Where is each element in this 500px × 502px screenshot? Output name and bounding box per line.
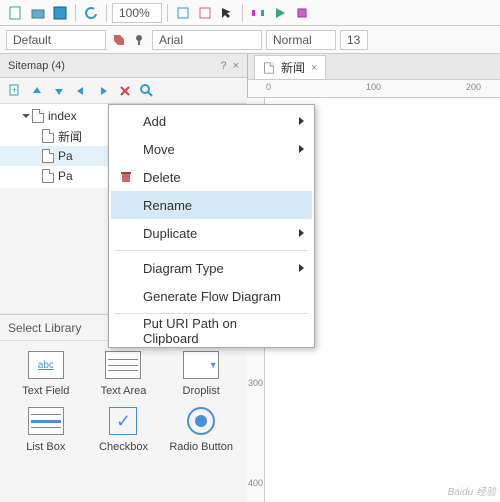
undo-icon[interactable] <box>81 3 101 23</box>
menu-label: Delete <box>143 170 181 185</box>
widget-label: Text Area <box>101 385 147 397</box>
indent-icon[interactable] <box>94 82 112 100</box>
menu-label: Generate Flow Diagram <box>143 289 281 304</box>
text-field-icon: abc <box>28 351 64 379</box>
delete-page-icon[interactable] <box>116 82 134 100</box>
cursor-icon[interactable] <box>217 3 237 23</box>
widget-label: Droplist <box>183 385 220 397</box>
style-pin-icon[interactable] <box>130 31 148 49</box>
menu-delete[interactable]: Delete <box>111 163 312 191</box>
page-icon <box>42 129 54 143</box>
help-icon[interactable]: ? <box>220 60 226 72</box>
widget-list-box[interactable]: List Box <box>10 407 82 453</box>
open-icon[interactable] <box>28 3 48 23</box>
sitemap-toolbar: + <box>0 78 247 104</box>
new-icon[interactable] <box>6 3 26 23</box>
close-panel-icon[interactable]: × <box>233 60 239 72</box>
menu-label: Move <box>143 142 175 157</box>
outdent-icon[interactable] <box>72 82 90 100</box>
menu-rename[interactable]: Rename <box>111 191 312 219</box>
canvas-tab[interactable]: 新闻 × <box>254 55 326 79</box>
widget-radio[interactable]: Radio Button <box>165 407 237 453</box>
page-icon <box>264 62 274 73</box>
menu-separator <box>115 250 308 251</box>
submenu-arrow-icon <box>299 117 304 125</box>
text-area-icon <box>105 351 141 379</box>
tab-label: 新闻 <box>281 59 305 76</box>
menu-duplicate[interactable]: Duplicate <box>111 219 312 247</box>
expand-icon[interactable] <box>22 114 30 118</box>
droplist-icon: ▾ <box>183 351 219 379</box>
page-icon <box>42 169 54 183</box>
style-tag-icon[interactable] <box>110 31 128 49</box>
context-menu: Add Move Delete Rename Duplicate Diagram… <box>108 104 315 348</box>
widget-text-field[interactable]: abc Text Field <box>10 351 82 397</box>
page-icon <box>42 149 54 163</box>
widget-label: Text Field <box>22 385 69 397</box>
radio-icon <box>187 407 215 435</box>
tool-icon-2[interactable] <box>195 3 215 23</box>
widget-droplist[interactable]: ▾ Droplist <box>165 351 237 397</box>
checkbox-icon: ✓ <box>109 407 137 435</box>
canvas-tab-bar: 新闻 × <box>248 54 500 80</box>
close-tab-icon[interactable]: × <box>311 62 317 74</box>
preset-select[interactable]: Default <box>6 30 106 50</box>
menu-add[interactable]: Add <box>111 107 312 135</box>
widget-label: List Box <box>26 441 65 453</box>
search-icon[interactable] <box>138 82 156 100</box>
menu-label: Duplicate <box>143 226 197 241</box>
size-select[interactable]: 13 <box>340 30 368 50</box>
distribute-icon[interactable] <box>248 3 268 23</box>
menu-label: Diagram Type <box>143 261 224 276</box>
menu-move[interactable]: Move <box>111 135 312 163</box>
page-icon <box>32 109 44 123</box>
tree-label: 新闻 <box>58 128 82 145</box>
style-toolbar: Default Arial Normal 13 <box>0 26 500 54</box>
weight-select[interactable]: Normal <box>266 30 336 50</box>
play-icon[interactable] <box>270 3 290 23</box>
menu-label: Add <box>143 114 166 129</box>
zoom-select[interactable]: 100% <box>112 3 162 23</box>
delete-icon <box>117 168 135 186</box>
menu-separator <box>115 313 308 314</box>
menu-generate-flow[interactable]: Generate Flow Diagram <box>111 282 312 310</box>
tree-label: index <box>48 109 77 123</box>
add-page-icon[interactable]: + <box>6 82 24 100</box>
move-up-icon[interactable] <box>28 82 46 100</box>
menu-diagram-type[interactable]: Diagram Type <box>111 254 312 282</box>
sitemap-title: Sitemap (4) <box>8 60 65 72</box>
ruler-horizontal: 0 100 200 <box>248 80 500 98</box>
save-icon[interactable] <box>50 3 70 23</box>
font-select[interactable]: Arial <box>152 30 262 50</box>
list-box-icon <box>28 407 64 435</box>
submenu-arrow-icon <box>299 145 304 153</box>
tree-label: Pa <box>58 169 73 183</box>
menu-label: Put URI Path on Clipboard <box>143 316 284 346</box>
tool-icon-1[interactable] <box>173 3 193 23</box>
widget-checkbox[interactable]: ✓ Checkbox <box>88 407 160 453</box>
tree-label: Pa <box>58 149 73 163</box>
svg-text:+: + <box>12 85 17 95</box>
submenu-arrow-icon <box>299 264 304 272</box>
widget-label: Radio Button <box>169 441 233 453</box>
send-back-icon[interactable] <box>292 3 312 23</box>
main-toolbar: 100% <box>0 0 500 26</box>
menu-label: Rename <box>143 198 192 213</box>
move-down-icon[interactable] <box>50 82 68 100</box>
sitemap-panel-header: Sitemap (4) ? × <box>0 54 247 78</box>
widget-text-area[interactable]: Text Area <box>88 351 160 397</box>
menu-uri-clipboard[interactable]: Put URI Path on Clipboard <box>111 317 312 345</box>
watermark: Baidu 经验 <box>448 483 496 498</box>
submenu-arrow-icon <box>299 229 304 237</box>
widget-label: Checkbox <box>99 441 148 453</box>
